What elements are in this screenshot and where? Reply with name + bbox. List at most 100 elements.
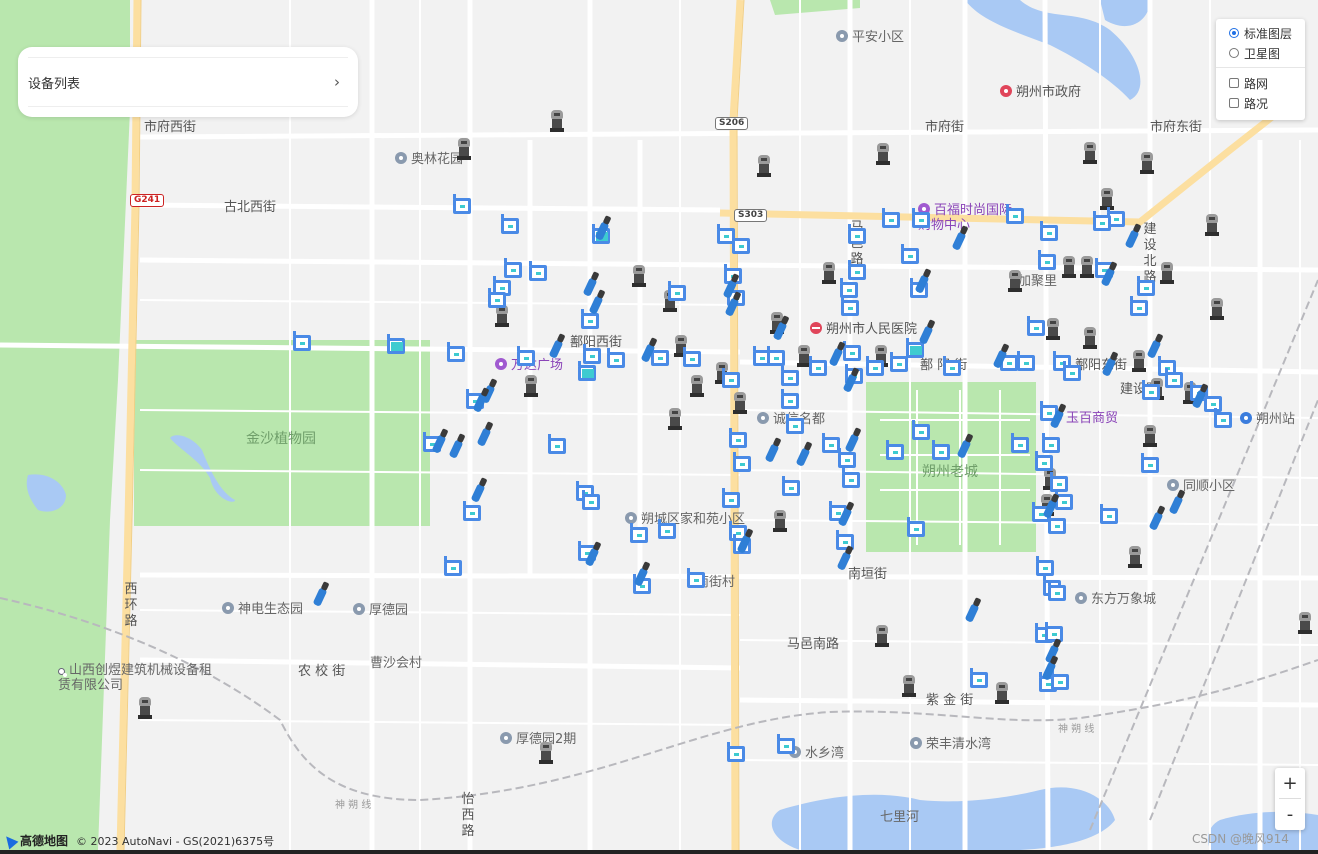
camera-marker-icon[interactable] xyxy=(1132,350,1146,372)
device-marker-icon[interactable] xyxy=(1040,221,1058,241)
zoom-out-button[interactable]: - xyxy=(1275,799,1305,829)
device-marker-icon[interactable] xyxy=(463,501,481,521)
camera-marker-icon[interactable] xyxy=(524,375,538,397)
device-marker-icon[interactable] xyxy=(1035,451,1053,471)
camera-marker-icon[interactable] xyxy=(995,682,1009,704)
device-marker-icon[interactable] xyxy=(1038,250,1056,270)
map-canvas[interactable]: S206 S303 G241 市府西街 市府街 市府东街 古北西街 鄯阳西街 鄯… xyxy=(0,0,1318,850)
device-marker-icon[interactable] xyxy=(843,341,861,361)
device-marker-icon[interactable] xyxy=(630,523,648,543)
radio-unchecked-icon[interactable] xyxy=(1229,48,1239,58)
device-marker-icon[interactable] xyxy=(1063,361,1081,381)
camera-marker-icon[interactable] xyxy=(1083,327,1097,349)
layer-standard-option[interactable]: 标准图层 xyxy=(1216,23,1305,43)
poi-chuangyu[interactable]: 山西创煜建筑机械设备租赁有限公司 xyxy=(58,663,218,693)
poi-renmin[interactable]: 朔州市人民医院 xyxy=(810,322,917,337)
device-marker-icon[interactable] xyxy=(781,389,799,409)
device-marker-icon[interactable] xyxy=(886,440,904,460)
layer-roadnet-option[interactable]: 路网 xyxy=(1216,73,1305,93)
camera-marker-icon[interactable] xyxy=(668,408,682,430)
device-marker-icon[interactable] xyxy=(504,258,522,278)
device-marker-icon[interactable] xyxy=(1006,204,1024,224)
poi-zhengfu[interactable]: 朔州市政府 xyxy=(1000,85,1081,100)
device-marker-icon[interactable] xyxy=(727,742,745,762)
device-marker-icon[interactable] xyxy=(1048,581,1066,601)
device-marker-icon[interactable] xyxy=(668,281,686,301)
device-marker-icon[interactable] xyxy=(387,334,405,354)
device-marker-icon[interactable] xyxy=(1214,408,1232,428)
device-marker-icon[interactable] xyxy=(732,234,750,254)
device-marker-icon[interactable] xyxy=(687,568,705,588)
device-marker-icon[interactable] xyxy=(767,346,785,366)
device-marker-icon[interactable] xyxy=(578,361,596,381)
device-marker-icon[interactable] xyxy=(907,517,925,537)
camera-marker-icon[interactable] xyxy=(822,262,836,284)
camera-marker-icon[interactable] xyxy=(1008,270,1022,292)
device-marker-icon[interactable] xyxy=(882,208,900,228)
camera-marker-icon[interactable] xyxy=(457,138,471,160)
device-marker-icon[interactable] xyxy=(901,244,919,264)
poi-shuixiangwan[interactable]: 水乡湾 xyxy=(789,746,844,761)
zoom-in-button[interactable]: + xyxy=(1275,768,1305,798)
device-marker-icon[interactable] xyxy=(517,346,535,366)
camera-marker-icon[interactable] xyxy=(495,305,509,327)
camera-marker-icon[interactable] xyxy=(733,392,747,414)
device-marker-icon[interactable] xyxy=(943,356,961,376)
camera-marker-icon[interactable] xyxy=(875,625,889,647)
device-marker-icon[interactable] xyxy=(1051,670,1069,690)
camera-marker-icon[interactable] xyxy=(1140,152,1154,174)
device-list-toggle[interactable]: 设备列表 › xyxy=(28,57,348,107)
device-marker-icon[interactable] xyxy=(782,476,800,496)
device-marker-icon[interactable] xyxy=(1036,556,1054,576)
device-marker-icon[interactable] xyxy=(651,346,669,366)
device-marker-icon[interactable] xyxy=(1011,433,1029,453)
device-marker-icon[interactable] xyxy=(1141,453,1159,473)
device-marker-icon[interactable] xyxy=(453,194,471,214)
device-marker-icon[interactable] xyxy=(1093,211,1111,231)
poi-shendian[interactable]: 神电生态园 xyxy=(222,602,303,617)
poi-tongshun[interactable]: 同顺小区 xyxy=(1167,479,1235,494)
checkbox-unchecked-icon[interactable] xyxy=(1229,78,1239,88)
camera-marker-icon[interactable] xyxy=(1080,256,1094,278)
device-marker-icon[interactable] xyxy=(501,214,519,234)
camera-marker-icon[interactable] xyxy=(690,375,704,397)
camera-marker-icon[interactable] xyxy=(1143,425,1157,447)
device-marker-icon[interactable] xyxy=(1204,392,1222,412)
device-marker-icon[interactable] xyxy=(912,208,930,228)
device-marker-icon[interactable] xyxy=(848,260,866,280)
device-marker-icon[interactable] xyxy=(529,261,547,281)
device-marker-icon[interactable] xyxy=(722,488,740,508)
device-marker-icon[interactable] xyxy=(912,420,930,440)
device-marker-icon[interactable] xyxy=(906,338,924,358)
device-marker-icon[interactable] xyxy=(970,668,988,688)
device-marker-icon[interactable] xyxy=(1017,351,1035,371)
device-marker-icon[interactable] xyxy=(848,224,866,244)
device-marker-icon[interactable] xyxy=(683,347,701,367)
device-marker-icon[interactable] xyxy=(1142,380,1160,400)
camera-marker-icon[interactable] xyxy=(1298,612,1312,634)
checkbox-unchecked-icon[interactable] xyxy=(1229,98,1239,108)
device-marker-icon[interactable] xyxy=(488,288,506,308)
camera-marker-icon[interactable] xyxy=(1210,298,1224,320)
device-marker-icon[interactable] xyxy=(582,490,600,510)
poi-jiahe[interactable]: 朔城区家和苑小区 xyxy=(625,512,745,527)
device-marker-icon[interactable] xyxy=(293,331,311,351)
poi-houde[interactable]: 厚德园 xyxy=(353,603,408,618)
poi-jiazhuju[interactable]: 加聚里 xyxy=(1018,274,1057,289)
camera-marker-icon[interactable] xyxy=(876,143,890,165)
radio-checked-icon[interactable] xyxy=(1229,28,1239,38)
device-marker-icon[interactable] xyxy=(1027,316,1045,336)
device-marker-icon[interactable] xyxy=(842,468,860,488)
camera-marker-icon[interactable] xyxy=(539,742,553,764)
device-marker-icon[interactable] xyxy=(781,366,799,386)
device-marker-icon[interactable] xyxy=(548,434,566,454)
poi-dongfang[interactable]: 东方万象城 xyxy=(1075,592,1156,607)
device-marker-icon[interactable] xyxy=(581,309,599,329)
device-marker-icon[interactable] xyxy=(809,356,827,376)
device-marker-icon[interactable] xyxy=(729,428,747,448)
device-marker-icon[interactable] xyxy=(1130,296,1148,316)
camera-marker-icon[interactable] xyxy=(1046,318,1060,340)
device-marker-icon[interactable] xyxy=(890,352,908,372)
device-marker-icon[interactable] xyxy=(444,556,462,576)
layer-traffic-option[interactable]: 路况 xyxy=(1216,93,1305,113)
